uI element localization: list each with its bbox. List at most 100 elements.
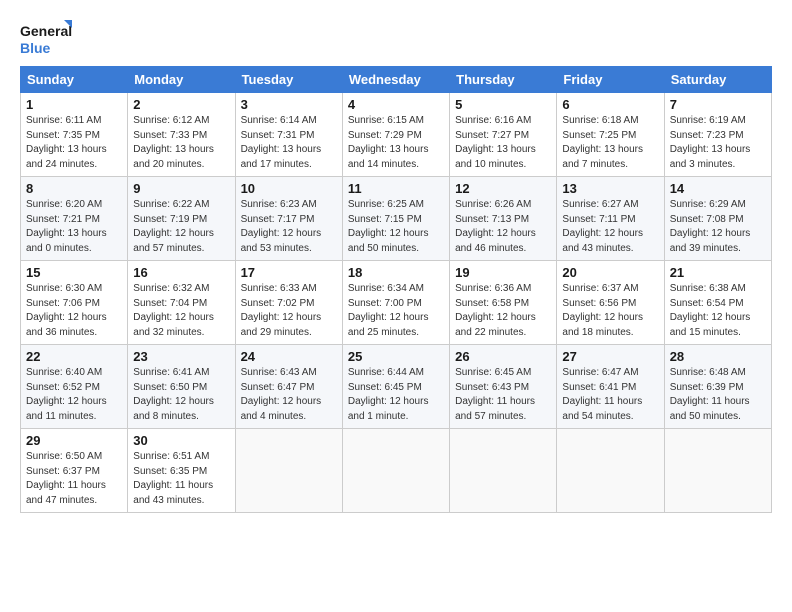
day-info: Sunrise: 6:25 AMSunset: 7:15 PMDaylight:… <box>348 198 444 256</box>
page-header: General Blue <box>20 18 772 58</box>
calendar-cell: 29 Sunrise: 6:50 AMSunset: 6:37 PMDayligh… <box>21 429 128 513</box>
day-number: 3 <box>241 97 337 112</box>
calendar-cell: 18 Sunrise: 6:34 AMSunset: 7:00 PMDayligh… <box>342 261 449 345</box>
day-info: Sunrise: 6:47 AMSunset: 6:41 PMDaylight:… <box>562 366 658 424</box>
day-info: Sunrise: 6:11 AMSunset: 7:35 PMDaylight:… <box>26 114 122 172</box>
day-number: 14 <box>670 181 766 196</box>
day-number: 13 <box>562 181 658 196</box>
day-info: Sunrise: 6:50 AMSunset: 6:37 PMDaylight:… <box>26 450 122 508</box>
calendar-cell: 8 Sunrise: 6:20 AMSunset: 7:21 PMDaylight… <box>21 177 128 261</box>
day-info: Sunrise: 6:23 AMSunset: 7:17 PMDaylight:… <box>241 198 337 256</box>
day-info: Sunrise: 6:48 AMSunset: 6:39 PMDaylight:… <box>670 366 766 424</box>
day-number: 19 <box>455 265 551 280</box>
calendar-cell: 25 Sunrise: 6:44 AMSunset: 6:45 PMDayligh… <box>342 345 449 429</box>
calendar-header: SundayMondayTuesdayWednesdayThursdayFrid… <box>21 67 772 93</box>
day-number: 1 <box>26 97 122 112</box>
calendar-cell: 23 Sunrise: 6:41 AMSunset: 6:50 PMDayligh… <box>128 345 235 429</box>
day-info: Sunrise: 6:36 AMSunset: 6:58 PMDaylight:… <box>455 282 551 340</box>
day-info: Sunrise: 6:14 AMSunset: 7:31 PMDaylight:… <box>241 114 337 172</box>
svg-text:Blue: Blue <box>20 40 51 56</box>
day-number: 4 <box>348 97 444 112</box>
calendar-cell: 7Sunrise: 6:19 AMSunset: 7:23 PMDaylight… <box>664 93 771 177</box>
logo: General Blue <box>20 18 72 58</box>
calendar-cell <box>450 429 557 513</box>
day-number: 16 <box>133 265 229 280</box>
day-info: Sunrise: 6:22 AMSunset: 7:19 PMDaylight:… <box>133 198 229 256</box>
calendar-cell: 15Sunrise: 6:30 AMSunset: 7:06 PMDayligh… <box>21 261 128 345</box>
svg-text:General: General <box>20 23 72 39</box>
calendar-cell <box>557 429 664 513</box>
calendar-cell: 26 Sunrise: 6:45 AMSunset: 6:43 PMDayligh… <box>450 345 557 429</box>
day-number: 26 <box>455 349 551 364</box>
calendar-cell: 14 Sunrise: 6:29 AMSunset: 7:08 PMDayligh… <box>664 177 771 261</box>
calendar-cell: 22 Sunrise: 6:40 AMSunset: 6:52 PMDayligh… <box>21 345 128 429</box>
day-number: 7 <box>670 97 766 112</box>
calendar-cell: 5 Sunrise: 6:16 AMSunset: 7:27 PMDaylight… <box>450 93 557 177</box>
calendar-cell: 6Sunrise: 6:18 AMSunset: 7:25 PMDaylight… <box>557 93 664 177</box>
calendar-cell: 17 Sunrise: 6:33 AMSunset: 7:02 PMDayligh… <box>235 261 342 345</box>
day-number: 25 <box>348 349 444 364</box>
day-info: Sunrise: 6:29 AMSunset: 7:08 PMDaylight:… <box>670 198 766 256</box>
day-number: 22 <box>26 349 122 364</box>
day-number: 29 <box>26 433 122 448</box>
day-info: Sunrise: 6:38 AMSunset: 6:54 PMDaylight:… <box>670 282 766 340</box>
day-number: 20 <box>562 265 658 280</box>
day-number: 8 <box>26 181 122 196</box>
calendar-cell: 21 Sunrise: 6:38 AMSunset: 6:54 PMDayligh… <box>664 261 771 345</box>
day-info: Sunrise: 6:51 AMSunset: 6:35 PMDaylight:… <box>133 450 229 508</box>
calendar-cell <box>664 429 771 513</box>
day-number: 9 <box>133 181 229 196</box>
calendar-cell: 19 Sunrise: 6:36 AMSunset: 6:58 PMDayligh… <box>450 261 557 345</box>
day-info: Sunrise: 6:20 AMSunset: 7:21 PMDaylight:… <box>26 198 122 256</box>
day-info: Sunrise: 6:15 AMSunset: 7:29 PMDaylight:… <box>348 114 444 172</box>
day-number: 30 <box>133 433 229 448</box>
calendar-cell: 11 Sunrise: 6:25 AMSunset: 7:15 PMDayligh… <box>342 177 449 261</box>
day-number: 21 <box>670 265 766 280</box>
calendar-cell <box>235 429 342 513</box>
calendar-cell: 9 Sunrise: 6:22 AMSunset: 7:19 PMDaylight… <box>128 177 235 261</box>
calendar-cell: 20 Sunrise: 6:37 AMSunset: 6:56 PMDayligh… <box>557 261 664 345</box>
day-info: Sunrise: 6:26 AMSunset: 7:13 PMDaylight:… <box>455 198 551 256</box>
calendar-cell: 4 Sunrise: 6:15 AMSunset: 7:29 PMDaylight… <box>342 93 449 177</box>
weekday-header: Thursday <box>450 67 557 93</box>
calendar-cell: 27Sunrise: 6:47 AMSunset: 6:41 PMDayligh… <box>557 345 664 429</box>
weekday-header: Friday <box>557 67 664 93</box>
day-info: Sunrise: 6:34 AMSunset: 7:00 PMDaylight:… <box>348 282 444 340</box>
day-number: 17 <box>241 265 337 280</box>
calendar: SundayMondayTuesdayWednesdayThursdayFrid… <box>20 66 772 513</box>
day-number: 12 <box>455 181 551 196</box>
calendar-cell: 10 Sunrise: 6:23 AMSunset: 7:17 PMDayligh… <box>235 177 342 261</box>
calendar-cell: 28 Sunrise: 6:48 AMSunset: 6:39 PMDayligh… <box>664 345 771 429</box>
day-info: Sunrise: 6:33 AMSunset: 7:02 PMDaylight:… <box>241 282 337 340</box>
calendar-cell: 2 Sunrise: 6:12 AMSunset: 7:33 PMDaylight… <box>128 93 235 177</box>
day-info: Sunrise: 6:16 AMSunset: 7:27 PMDaylight:… <box>455 114 551 172</box>
calendar-cell: 12 Sunrise: 6:26 AMSunset: 7:13 PMDayligh… <box>450 177 557 261</box>
day-number: 23 <box>133 349 229 364</box>
day-number: 2 <box>133 97 229 112</box>
day-number: 28 <box>670 349 766 364</box>
calendar-cell: 24Sunrise: 6:43 AMSunset: 6:47 PMDayligh… <box>235 345 342 429</box>
day-info: Sunrise: 6:41 AMSunset: 6:50 PMDaylight:… <box>133 366 229 424</box>
day-info: Sunrise: 6:40 AMSunset: 6:52 PMDaylight:… <box>26 366 122 424</box>
day-info: Sunrise: 6:43 AMSunset: 6:47 PMDaylight:… <box>241 366 337 424</box>
weekday-header: Tuesday <box>235 67 342 93</box>
calendar-cell <box>342 429 449 513</box>
day-info: Sunrise: 6:12 AMSunset: 7:33 PMDaylight:… <box>133 114 229 172</box>
calendar-cell: 13 Sunrise: 6:27 AMSunset: 7:11 PMDayligh… <box>557 177 664 261</box>
day-number: 5 <box>455 97 551 112</box>
day-info: Sunrise: 6:44 AMSunset: 6:45 PMDaylight:… <box>348 366 444 424</box>
calendar-cell: 1 Sunrise: 6:11 AMSunset: 7:35 PMDaylight… <box>21 93 128 177</box>
weekday-header: Wednesday <box>342 67 449 93</box>
day-info: Sunrise: 6:45 AMSunset: 6:43 PMDaylight:… <box>455 366 551 424</box>
day-info: Sunrise: 6:37 AMSunset: 6:56 PMDaylight:… <box>562 282 658 340</box>
day-number: 18 <box>348 265 444 280</box>
weekday-header: Monday <box>128 67 235 93</box>
day-info: Sunrise: 6:30 AMSunset: 7:06 PMDaylight:… <box>26 282 122 340</box>
weekday-header: Sunday <box>21 67 128 93</box>
day-number: 10 <box>241 181 337 196</box>
calendar-cell: 16Sunrise: 6:32 AMSunset: 7:04 PMDayligh… <box>128 261 235 345</box>
day-number: 11 <box>348 181 444 196</box>
day-number: 6 <box>562 97 658 112</box>
calendar-cell: 30 Sunrise: 6:51 AMSunset: 6:35 PMDayligh… <box>128 429 235 513</box>
day-info: Sunrise: 6:27 AMSunset: 7:11 PMDaylight:… <box>562 198 658 256</box>
